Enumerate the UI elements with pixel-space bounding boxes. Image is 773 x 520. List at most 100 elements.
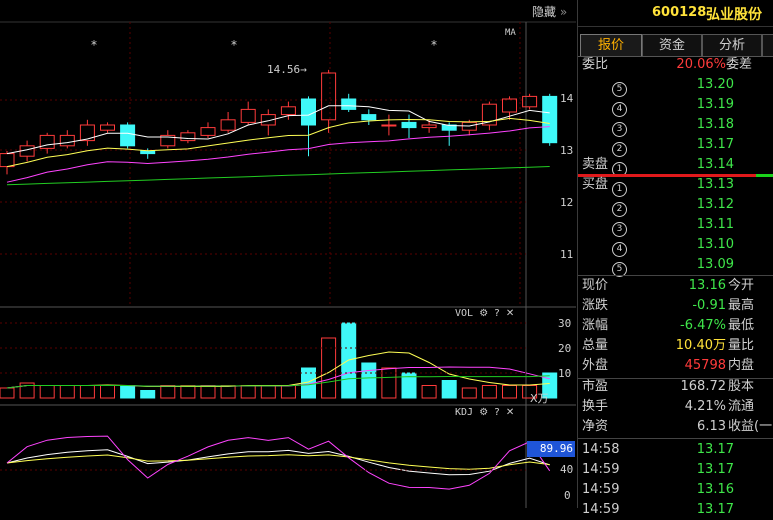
candle[interactable] xyxy=(401,114,417,138)
volume-bar[interactable] xyxy=(321,337,337,399)
volume-bar[interactable] xyxy=(79,385,95,399)
kdj-settings-gear-icon[interactable]: ⚙ xyxy=(479,407,488,418)
event-star-1[interactable]: * xyxy=(91,38,97,52)
candle[interactable] xyxy=(361,109,377,125)
event-star-3[interactable]: * xyxy=(431,38,437,52)
volume-bar[interactable] xyxy=(140,390,156,399)
volume-bar[interactable] xyxy=(180,385,196,399)
vol-help-icon[interactable]: ? xyxy=(494,308,499,319)
sell-price: 13.14 xyxy=(696,157,734,172)
candle[interactable] xyxy=(220,112,236,133)
vol-ma5-line xyxy=(6,351,550,389)
candle[interactable] xyxy=(260,109,276,136)
kdj-current-value: 89.96 xyxy=(527,441,575,457)
sell-level-2[interactable]: 2 13.17 xyxy=(578,135,773,157)
tick-row[interactable]: 14:59 13.17 xyxy=(578,460,773,480)
kline-chart-area[interactable]: 隐藏 » MA * * * 14.56→ 14 13 12 11 VOL ⚙ ?… xyxy=(0,0,576,508)
tab-quote[interactable]: 报价 xyxy=(580,34,642,57)
vol-ma20-line xyxy=(6,375,550,389)
tab-funds[interactable]: 资金 xyxy=(642,34,702,57)
candle[interactable] xyxy=(39,132,55,154)
stat-right-label: 最高 xyxy=(728,298,755,313)
kdj-help-icon[interactable]: ? xyxy=(494,407,499,418)
sell-level-5[interactable]: 5 13.20 xyxy=(578,75,773,97)
volume-bar[interactable] xyxy=(200,385,216,399)
tick-row[interactable]: 14:58 13.17 xyxy=(578,440,773,460)
candle[interactable] xyxy=(0,151,15,175)
buy-price: 13.10 xyxy=(696,237,734,252)
kdj-close-icon[interactable]: ✕ xyxy=(506,407,514,418)
candle[interactable] xyxy=(200,122,216,138)
tab-more[interactable] xyxy=(762,34,773,57)
stat-label: 总量 xyxy=(582,338,609,353)
weibi-row: 委比 20.06% 委差 xyxy=(578,55,773,75)
tick-row[interactable]: 14:59 13.17 xyxy=(578,500,773,520)
arrow-right-icon: → xyxy=(300,63,307,76)
volume-bar[interactable] xyxy=(59,385,75,399)
volume-bar[interactable] xyxy=(160,385,176,399)
volume-bar[interactable] xyxy=(39,385,55,399)
buy-level-3[interactable]: 3 13.11 xyxy=(578,215,773,237)
volume-bar[interactable] xyxy=(361,362,377,399)
stat-label: 净资 xyxy=(582,419,609,434)
sell-price: 13.19 xyxy=(696,97,734,112)
candle[interactable] xyxy=(341,93,357,112)
hide-toggle[interactable]: 隐藏 » xyxy=(532,3,567,20)
candle[interactable] xyxy=(522,93,538,110)
vol-settings-gear-icon[interactable]: ⚙ xyxy=(479,308,488,319)
vol-unit: X万 xyxy=(530,392,549,405)
stat-right-label: 股本 xyxy=(728,379,755,394)
ma-label: MA xyxy=(505,28,516,38)
vol-close-icon[interactable]: ✕ xyxy=(506,308,514,319)
candle[interactable] xyxy=(481,101,497,131)
volume-bar[interactable] xyxy=(280,385,296,399)
tab-analysis[interactable]: 分析 xyxy=(702,34,762,57)
candle[interactable] xyxy=(321,69,337,133)
candle[interactable] xyxy=(59,130,75,149)
candle[interactable] xyxy=(120,122,136,149)
candle[interactable] xyxy=(100,122,115,133)
volume-bar[interactable] xyxy=(441,380,457,399)
ma20-line xyxy=(6,126,550,183)
volume-bar[interactable] xyxy=(100,385,115,399)
sell-level-3[interactable]: 3 13.18 xyxy=(578,115,773,137)
stat-label: 涨幅 xyxy=(582,318,609,333)
sell-price: 13.20 xyxy=(696,77,734,92)
volume-bar[interactable] xyxy=(421,385,437,399)
candle[interactable] xyxy=(542,93,558,146)
candle[interactable] xyxy=(381,114,397,136)
stat-row: 换手 4.21% 流通 xyxy=(578,397,773,417)
volume-bar[interactable] xyxy=(220,385,236,399)
ma-lines-group xyxy=(6,105,550,186)
volume-bar[interactable] xyxy=(481,385,497,399)
volume-bar[interactable] xyxy=(240,385,256,399)
candle[interactable] xyxy=(160,130,176,149)
stat-right-label: 内盘 xyxy=(728,358,755,373)
buy-level-2[interactable]: 2 13.12 xyxy=(578,195,773,217)
buy-level-5[interactable]: 5 13.09 xyxy=(578,255,773,277)
volume-bar[interactable] xyxy=(461,387,477,399)
event-star-2[interactable]: * xyxy=(231,38,237,52)
sell-level-4[interactable]: 4 13.19 xyxy=(578,95,773,117)
ticks-divider xyxy=(578,438,773,439)
quote-panel: 600128 弘业股份 报价 资金 分析 委比 20.06% 委差 5 13.20… xyxy=(577,0,773,517)
volume-bar[interactable] xyxy=(502,385,517,399)
sell-level-1[interactable]: 卖盘 1 13.14 xyxy=(578,155,773,177)
tick-time: 14:59 xyxy=(582,502,620,517)
kline-svg[interactable] xyxy=(0,0,576,508)
candle[interactable] xyxy=(240,101,256,125)
candle[interactable] xyxy=(180,130,196,144)
stat-right-label: 今开 xyxy=(728,278,755,293)
volume-ma-lines xyxy=(6,351,550,389)
sell-price: 13.17 xyxy=(696,137,734,152)
candle[interactable] xyxy=(79,119,95,146)
volume-bar[interactable] xyxy=(260,385,276,399)
stat-row: 外盘 45798 内盘 xyxy=(578,356,773,376)
buy-level-1[interactable]: 买盘 1 13.13 xyxy=(578,175,773,197)
stock-name: 弘业股份 xyxy=(706,7,762,23)
tick-row[interactable]: 14:59 13.16 xyxy=(578,480,773,500)
volume-bar[interactable] xyxy=(381,367,397,399)
buy-level-4[interactable]: 4 13.10 xyxy=(578,235,773,257)
volume-bar[interactable] xyxy=(0,387,15,399)
volume-bar[interactable] xyxy=(120,385,136,399)
